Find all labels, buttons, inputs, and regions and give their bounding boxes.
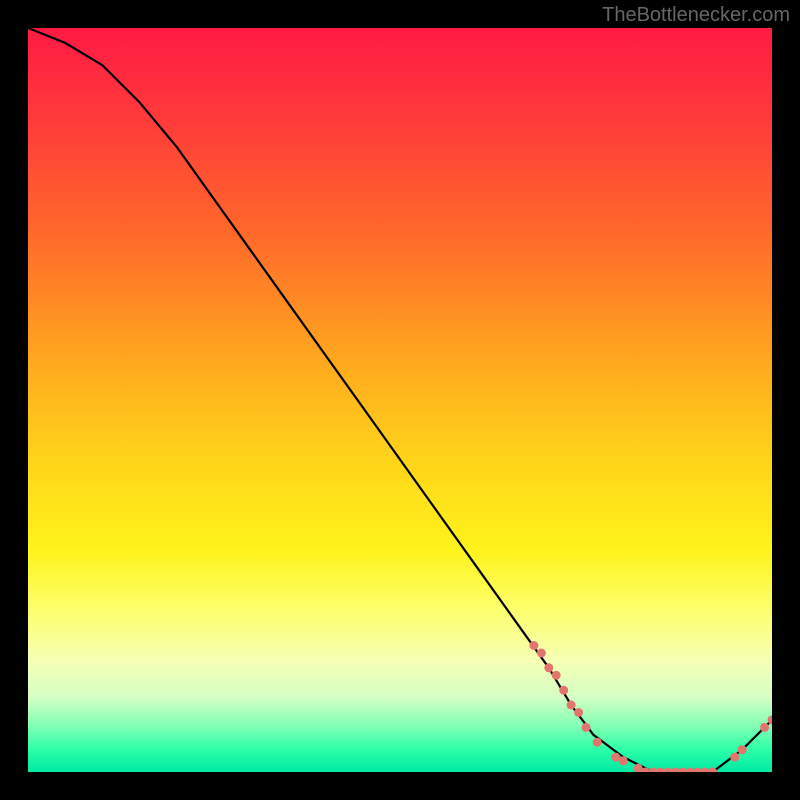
data-marker xyxy=(593,738,602,747)
data-marker xyxy=(567,701,576,710)
data-marker xyxy=(537,649,546,658)
data-marker xyxy=(708,768,717,773)
data-marker xyxy=(730,753,739,762)
data-marker xyxy=(582,723,591,732)
data-marker xyxy=(544,663,553,672)
data-marker xyxy=(760,723,769,732)
data-marker xyxy=(559,686,568,695)
data-marker xyxy=(574,708,583,717)
data-marker xyxy=(619,756,628,765)
chart-container: TheBottlenecker.com xyxy=(0,0,800,800)
plot-area xyxy=(28,28,772,772)
data-markers xyxy=(529,641,772,772)
bottleneck-curve xyxy=(28,28,772,772)
data-marker xyxy=(529,641,538,650)
data-marker xyxy=(552,671,561,680)
data-marker xyxy=(738,745,747,754)
chart-svg xyxy=(28,28,772,772)
attribution-text: TheBottlenecker.com xyxy=(602,4,790,27)
